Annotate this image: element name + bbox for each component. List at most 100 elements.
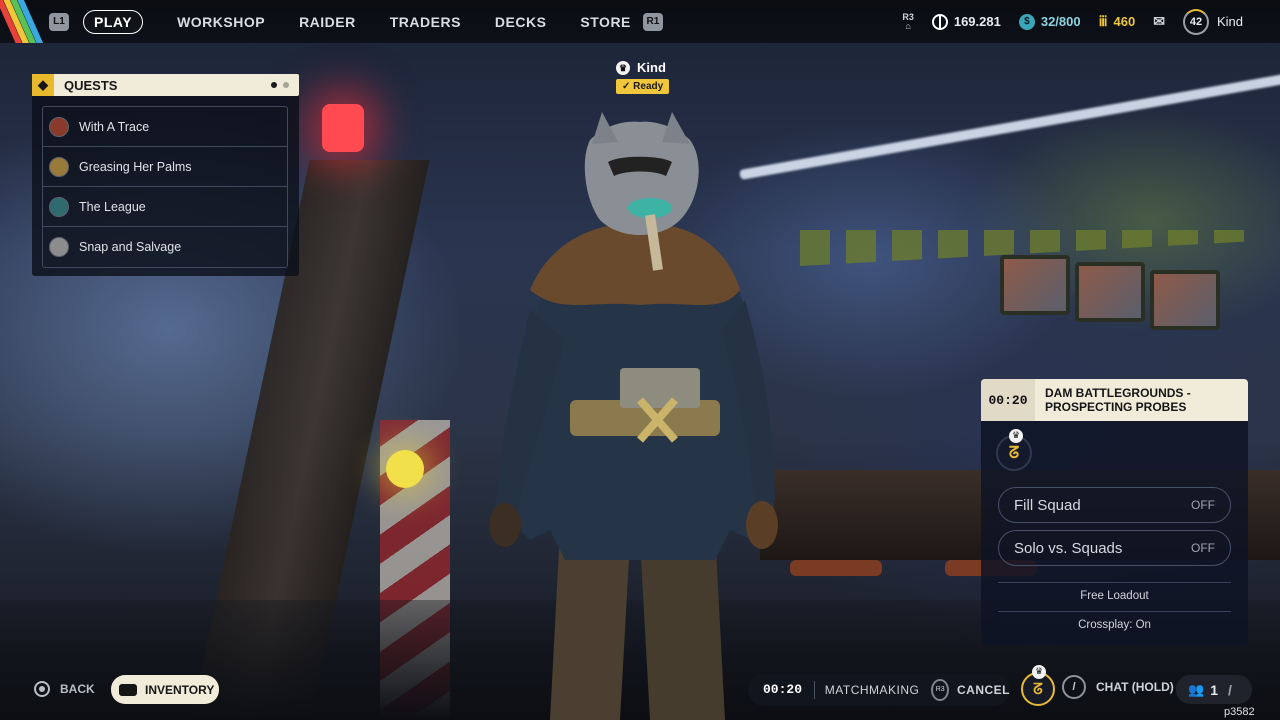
scene-light-beam — [739, 72, 1280, 180]
scene-stool — [790, 560, 882, 576]
loadout-info: Free Loadout — [1080, 590, 1149, 602]
quest-giver-avatar — [49, 156, 69, 177]
currency-value: 169.281 — [953, 14, 1001, 29]
chat-button[interactable]: / CHAT (HOLD) — [1062, 675, 1174, 699]
circle-button-icon — [34, 681, 50, 697]
divider — [998, 611, 1231, 612]
quest-diamond-icon: ◆ — [32, 74, 54, 96]
quest-page-dots — [271, 82, 289, 88]
cancel-matchmaking-button[interactable]: CANCEL — [957, 683, 1010, 697]
crown-icon: ♛ — [1032, 665, 1046, 679]
inventory-button[interactable]: INVENTORY — [111, 675, 219, 704]
fill-squad-toggle[interactable]: Fill Squad OFF — [998, 487, 1231, 523]
raider-character — [489, 100, 790, 720]
matchmaking-status-bar: 00:20 MATCHMAKING R3 CANCEL — [748, 673, 1010, 706]
brand-stripes-logo — [0, 0, 46, 43]
tab-store[interactable]: STORE — [580, 14, 630, 30]
quest-item[interactable]: The League — [43, 187, 287, 227]
matchmaking-panel: 00:20 DAM BATTLEGROUNDS - PROSPECTING PR… — [981, 379, 1248, 645]
map-name-line2: PROSPECTING PROBES — [1045, 400, 1187, 414]
quest-list: With A Trace Greasing Her Palms The Leag… — [42, 106, 288, 268]
tab-traders[interactable]: TRADERS — [390, 14, 461, 30]
tokens-icon: ⅲ — [1098, 13, 1108, 29]
coin-icon — [931, 13, 948, 30]
inventory-label: INVENTORY — [145, 682, 215, 697]
quest-item[interactable]: With A Trace — [43, 107, 287, 147]
scene-screen — [1000, 255, 1070, 315]
top-navigation-bar: L1 PLAY WORKSHOP RAIDER TRADERS DECKS ST… — [0, 0, 1280, 43]
quest-item-label: With A Trace — [79, 119, 150, 134]
quest-giver-avatar — [49, 116, 69, 137]
party-members-icon: 👥 — [1188, 681, 1205, 697]
tokens-display[interactable]: ⅲ 460 — [1099, 13, 1136, 30]
squad-member-slot[interactable]: ♛ ᘔ — [996, 429, 1032, 471]
player-stats: R3 ⌂ 169.281 $ 32/800 ⅲ 460 ✉ 42 Kind — [902, 0, 1280, 43]
level-badge: 42 — [1182, 8, 1209, 35]
matchmaking-label: MATCHMAKING — [824, 682, 920, 697]
raider-emblem-icon: ᘔ — [1008, 443, 1020, 462]
currency-display[interactable]: 169.281 — [931, 13, 1001, 30]
ready-status: Ready — [633, 81, 664, 92]
credits-value: 32/800 — [1040, 14, 1081, 29]
tab-raider[interactable]: RAIDER — [299, 14, 356, 30]
r1-bumper-hint: R1 — [642, 12, 663, 31]
touchpad-icon — [119, 683, 137, 696]
quest-giver-avatar — [49, 237, 69, 257]
credits-display[interactable]: $ 32/800 — [1018, 13, 1081, 30]
quest-item-label: Snap and Salvage — [79, 240, 182, 254]
back-button[interactable]: BACK — [34, 681, 95, 697]
player-nameplate: ♛ Kind ✓ Ready — [616, 60, 670, 94]
quest-item[interactable]: Snap and Salvage — [43, 227, 287, 267]
squad-button[interactable]: ♛ ᘔ — [1021, 665, 1055, 706]
raider-emblem-icon: ᘔ — [1033, 680, 1043, 698]
l1-bumper-hint: L1 — [49, 12, 69, 31]
back-label: BACK — [60, 682, 95, 696]
divider — [998, 582, 1231, 583]
party-count: 1 — [1210, 681, 1218, 698]
party-button[interactable]: 👥 1 / — [1176, 675, 1252, 704]
solo-vs-squads-label: Solo vs. Squads — [1014, 539, 1123, 557]
map-name: DAM BATTLEGROUNDS - PROSPECTING PROBES — [1035, 386, 1235, 414]
quest-giver-avatar — [49, 196, 69, 217]
matchmaking-timer: 00:20 — [763, 682, 803, 697]
fill-squad-value: OFF — [1191, 498, 1215, 512]
tab-workshop[interactable]: WORKSHOP — [177, 14, 265, 30]
scene-yellow-light — [386, 450, 424, 488]
quest-item-label: The League — [79, 199, 146, 214]
crown-icon: ♛ — [1009, 429, 1023, 443]
profile-name: Kind — [1216, 14, 1243, 29]
crown-icon: ♛ — [616, 60, 630, 75]
microphone-icon: / — [1062, 675, 1086, 699]
tab-decks[interactable]: DECKS — [495, 14, 547, 30]
match-timer: 00:20 — [981, 379, 1035, 421]
ready-badge: ✓ Ready — [616, 79, 670, 94]
tab-play[interactable]: PLAY — [83, 9, 144, 34]
match-header: 00:20 DAM BATTLEGROUNDS - PROSPECTING PR… — [981, 379, 1248, 421]
scene-screen — [1150, 270, 1220, 330]
mail-button[interactable]: ✉ — [1153, 13, 1165, 30]
fill-squad-label: Fill Squad — [1014, 496, 1081, 514]
r3-hint: R3 ⌂ — [902, 12, 914, 31]
scene-red-light — [322, 104, 364, 152]
scene-screen — [1075, 262, 1145, 322]
quests-panel: ◆ QUESTS With A Trace Greasing Her Palms… — [32, 74, 299, 276]
microphone-off-icon: / — [1227, 681, 1232, 698]
profile-display[interactable]: 42 Kind — [1182, 8, 1243, 35]
quests-header: ◆ QUESTS — [32, 74, 299, 96]
main-nav: L1 PLAY WORKSHOP RAIDER TRADERS DECKS ST… — [49, 0, 663, 43]
credits-icon: $ — [1018, 13, 1035, 30]
tokens-value: 460 — [1113, 14, 1136, 29]
r3-button-icon: R3 — [931, 678, 949, 701]
raider-character-figure — [489, 112, 778, 720]
map-name-line1: DAM BATTLEGROUNDS - — [1045, 386, 1191, 400]
divider — [814, 680, 815, 699]
solo-vs-squads-toggle[interactable]: Solo vs. Squads OFF — [998, 530, 1231, 566]
player-nameplate-name: Kind — [637, 60, 666, 75]
crossplay-info: Crossplay: On — [1078, 619, 1151, 631]
chat-label: CHAT (HOLD) — [1096, 680, 1174, 694]
solo-vs-squads-value: OFF — [1191, 541, 1215, 555]
controller-stick-icon: ⌂ — [905, 20, 911, 31]
quest-item[interactable]: Greasing Her Palms — [43, 147, 287, 187]
quest-item-label: Greasing Her Palms — [79, 159, 192, 174]
build-version: p3582 — [1224, 706, 1255, 718]
